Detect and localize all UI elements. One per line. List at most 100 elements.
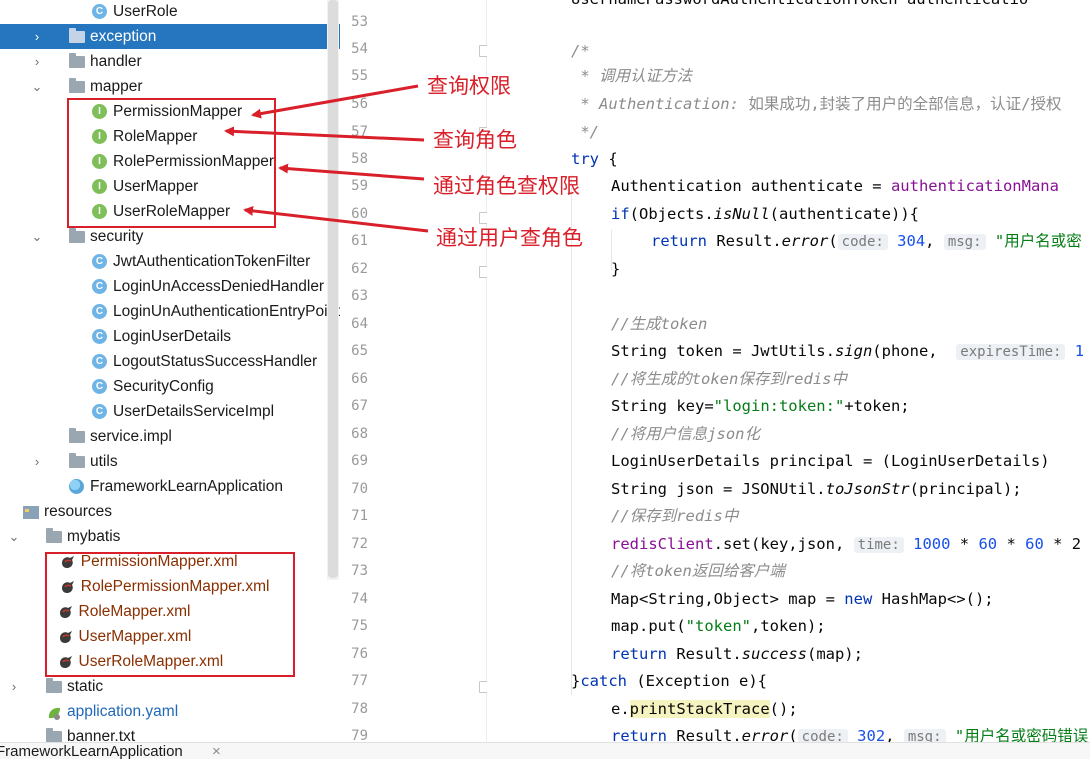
tree-item-exception[interactable]: › exception (0, 24, 340, 49)
tree-item-static[interactable]: › static (0, 674, 340, 699)
line-number: 75 (351, 618, 368, 634)
code-line-78: e.printStackTrace(); (611, 700, 798, 718)
folder-icon (46, 678, 62, 693)
tree-item-userrole[interactable]: C UserRole (0, 0, 340, 24)
class-icon: C (92, 279, 107, 294)
run-tab-strip: FrameworkLearnApplication × (0, 742, 1090, 759)
code-line-66: //将生成的token保存到redis中 (611, 370, 847, 388)
code-line-64: //生成token (611, 315, 708, 333)
line-number: 57 (351, 124, 368, 140)
tree-item-loginunaccessdeniedhandler[interactable]: C LoginUnAccessDeniedHandler (0, 274, 340, 299)
code-line-75: map.put("token",token); (611, 617, 826, 635)
class-icon: C (92, 329, 107, 344)
code-line-74: Map<String,Object> map = new HashMap<>()… (611, 590, 994, 608)
tree-item-label: LoginUnAuthenticationEntryPoint (113, 303, 340, 320)
tree-item-frameworklearnapplication[interactable]: FrameworkLearnApplication (0, 474, 340, 499)
chevron-right-icon[interactable]: › (31, 449, 43, 474)
spring-app-icon (69, 479, 84, 494)
chevron-down-icon[interactable]: ⌄ (8, 524, 20, 549)
tree-scrollbar-thumb[interactable] (328, 0, 338, 578)
folder-icon (69, 453, 85, 468)
line-number: 70 (351, 481, 368, 497)
code-line-54: /* (571, 42, 590, 60)
code-line-76: return Result.success(map); (611, 645, 863, 663)
line-number: 71 (351, 508, 368, 524)
tree-item-jwtauthenticationtokenfilter[interactable]: C JwtAuthenticationTokenFilter (0, 249, 340, 274)
folder-icon (69, 53, 85, 68)
tree-item-securityconfig[interactable]: C SecurityConfig (0, 374, 340, 399)
line-number: 55 (351, 68, 368, 84)
class-icon: C (92, 379, 107, 394)
tree-item-handler[interactable]: › handler (0, 49, 340, 74)
line-number: 56 (351, 96, 368, 112)
tree-item-label: UserDetailsServiceImpl (113, 403, 275, 420)
code-line-79: return Result.error(code: 302, msg: "用户名… (611, 723, 1088, 742)
code-line-55: * 调用认证方法 (571, 67, 692, 85)
code-line-68: //将用户信息json化 (611, 425, 760, 443)
line-number: 68 (351, 426, 368, 442)
line-number: 77 (351, 673, 368, 689)
annotation-query-role: 查询角色 (433, 128, 517, 152)
line-number: 65 (351, 343, 368, 359)
folder-icon (69, 28, 85, 43)
tree-item-userdetailsserviceimpl[interactable]: C UserDetailsServiceImpl (0, 399, 340, 424)
run-tab-close-icon[interactable]: × (212, 743, 221, 759)
class-icon: C (92, 404, 107, 419)
line-number: 60 (351, 206, 368, 222)
line-number: 58 (351, 151, 368, 167)
code-line-77: }catch (Exception e){ (571, 672, 767, 690)
code-line-58: try { (571, 150, 618, 168)
tree-item-mybatis[interactable]: ⌄ mybatis (0, 524, 340, 549)
tree-item-resources[interactable]: resources (0, 499, 340, 524)
tree-item-loginunauthenticationentrypoint[interactable]: C LoginUnAuthenticationEntryPoint (0, 299, 340, 324)
tree-item-mapper[interactable]: ⌄ mapper (0, 74, 340, 99)
code-line-60: if(Objects.isNull(authenticate)){ (611, 205, 919, 223)
line-number: 67 (351, 398, 368, 414)
code-editor[interactable]: UsernamePasswordAuthenticationToken auth… (487, 0, 1090, 742)
tree-item-label: exception (90, 28, 157, 45)
line-number: 72 (351, 536, 368, 552)
tree-item-label: static (67, 678, 104, 695)
class-icon: C (92, 304, 107, 319)
annotation-role-by-user: 通过用户查角色 (436, 226, 583, 250)
tree-item-label: SecurityConfig (113, 378, 214, 395)
resources-folder-icon (23, 506, 39, 519)
tree-item-label: service.impl (90, 428, 172, 445)
text-file-icon (46, 728, 62, 742)
tree-item-service-impl[interactable]: service.impl (0, 424, 340, 449)
tree-item-label: LoginUserDetails (113, 328, 232, 345)
line-number: 62 (351, 261, 368, 277)
tree-item-loginuserdetails[interactable]: C LoginUserDetails (0, 324, 340, 349)
line-number: 76 (351, 646, 368, 662)
line-number: 54 (351, 41, 368, 57)
code-line-70: String json = JSONUtil.toJsonStr(princip… (611, 480, 1022, 498)
run-tab-label[interactable]: FrameworkLearnApplication (0, 743, 183, 759)
chevron-right-icon[interactable]: › (8, 674, 20, 699)
chevron-right-icon[interactable]: › (31, 24, 43, 49)
line-number: 61 (351, 233, 368, 249)
tree-item-utils[interactable]: › utils (0, 449, 340, 474)
code-line-62: } (611, 260, 621, 278)
tree-item-logoutstatussuccesshandler[interactable]: C LogoutStatusSuccessHandler (0, 349, 340, 374)
annotation-permission-by-role: 通过角色查权限 (433, 174, 580, 198)
chevron-down-icon[interactable]: ⌄ (31, 224, 43, 249)
tree-item-label: LogoutStatusSuccessHandler (113, 353, 318, 370)
line-number: 53 (351, 14, 368, 30)
mapper-interfaces-highlight-box (67, 98, 276, 228)
line-number: 73 (351, 563, 368, 579)
tree-item-label: handler (90, 53, 142, 70)
code-line-73: //将token返回给客户端 (611, 562, 785, 580)
folder-icon (69, 428, 85, 443)
tree-item-banner-txt[interactable]: banner.txt (0, 724, 340, 742)
folder-icon (69, 228, 85, 243)
editor-gutter: 53 54 55 56 57 58 59 60 61 62 63 64 65 66 67 68 69 70 71 72… (340, 0, 491, 744)
line-number: 66 (351, 371, 368, 387)
code-line-69: LoginUserDetails principal = (LoginUserD… (611, 452, 1059, 470)
line-number: 64 (351, 316, 368, 332)
class-icon: C (92, 254, 107, 269)
line-number: 74 (351, 591, 368, 607)
tree-item-application-yaml[interactable]: application.yaml (0, 699, 340, 724)
tree-item-label: resources (44, 503, 113, 520)
chevron-down-icon[interactable]: ⌄ (31, 74, 43, 99)
chevron-right-icon[interactable]: › (31, 49, 43, 74)
